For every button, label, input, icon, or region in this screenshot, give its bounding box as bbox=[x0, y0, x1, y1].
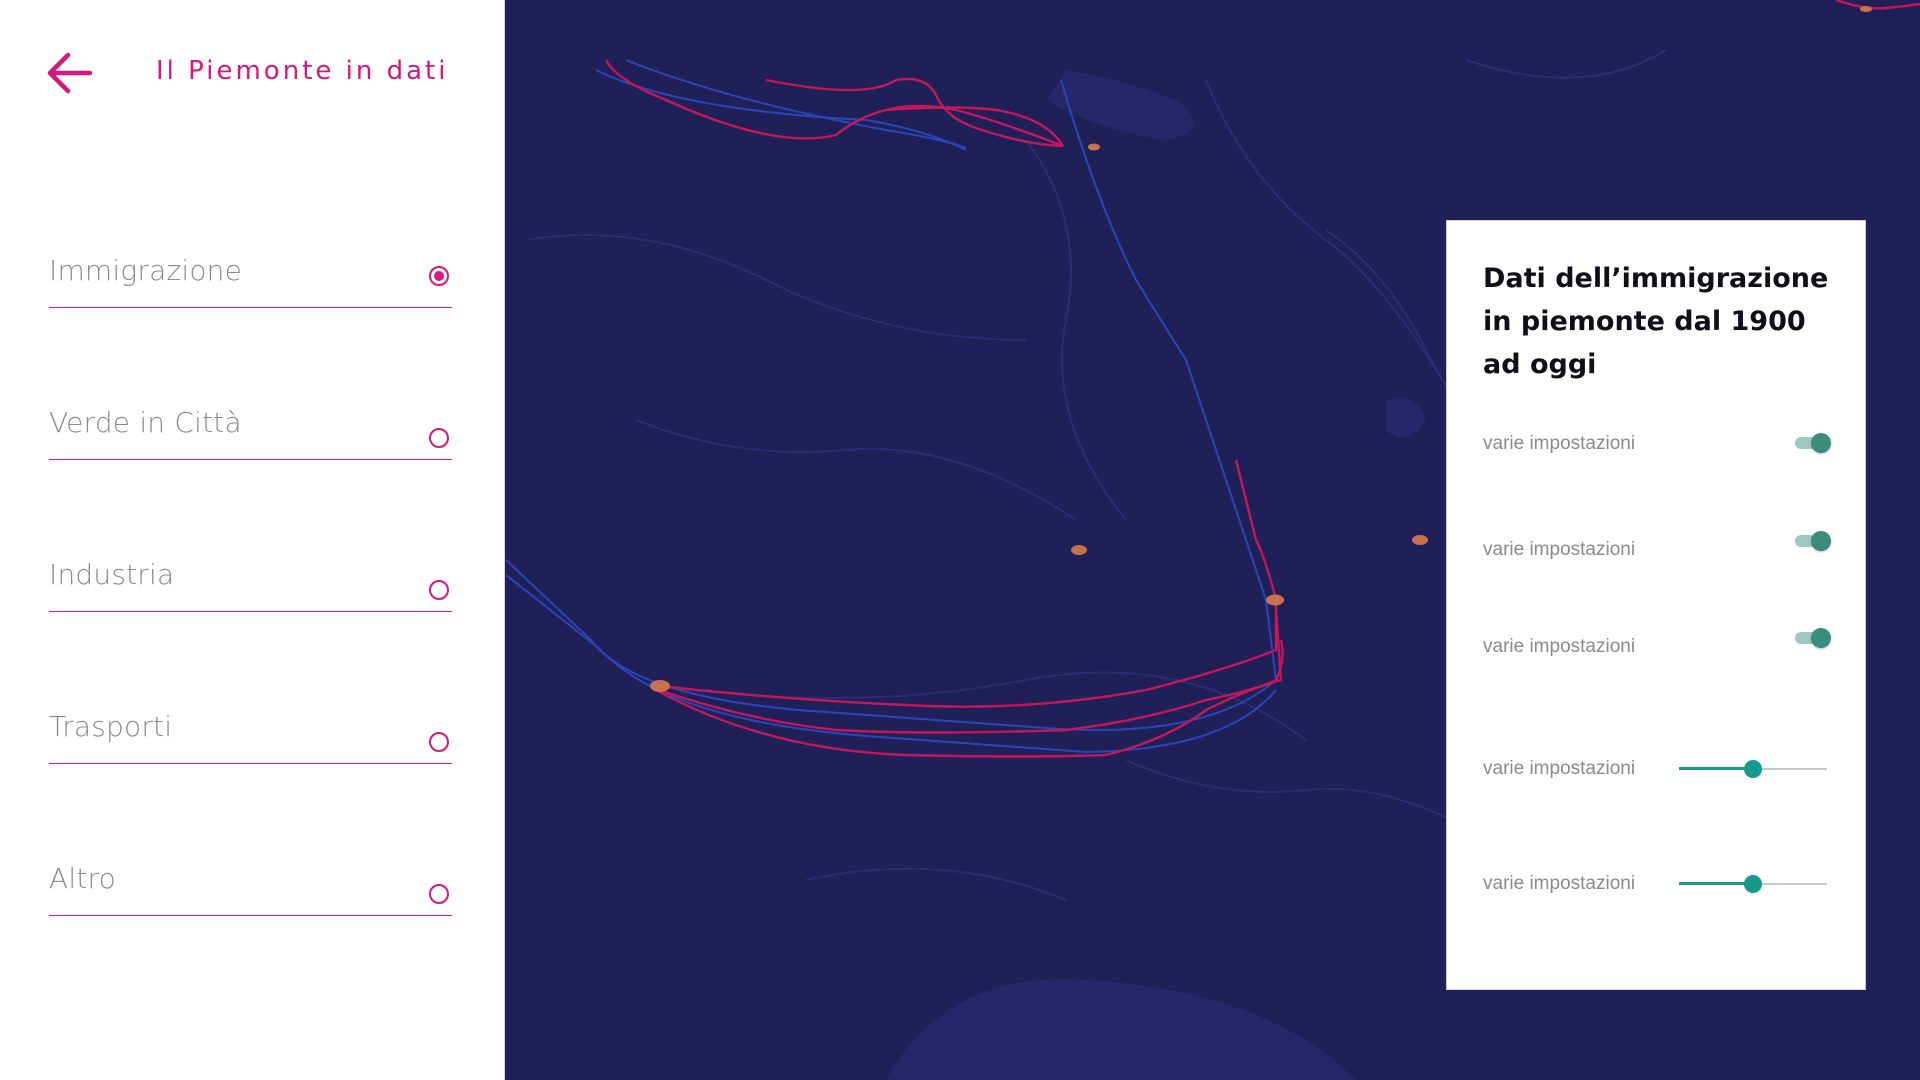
setting-row-toggle: varie impostazioni bbox=[1483, 429, 1833, 459]
sidebar: Il Piemonte in dati Immigrazione Verde i… bbox=[0, 0, 505, 1080]
radio-unselected-icon[interactable] bbox=[429, 428, 449, 448]
setting-label: varie impostazioni bbox=[1483, 758, 1636, 779]
toggle-switch[interactable] bbox=[1793, 626, 1833, 650]
toggle-switch[interactable] bbox=[1793, 529, 1833, 553]
nav-item-label: Immigrazione bbox=[49, 254, 243, 287]
setting-row-toggle: varie impostazioni bbox=[1483, 531, 1833, 565]
back-button[interactable] bbox=[44, 48, 94, 98]
nav-item-industria[interactable]: Industria bbox=[49, 554, 452, 612]
sidebar-header: Il Piemonte in dati bbox=[44, 48, 464, 98]
app-title: Il Piemonte in dati bbox=[156, 56, 449, 86]
city-marker[interactable] bbox=[1266, 594, 1284, 606]
setting-row-toggle: varie impostazioni bbox=[1483, 628, 1833, 662]
radio-selected-icon[interactable] bbox=[429, 266, 449, 286]
nav-item-label: Verde in Città bbox=[49, 406, 242, 439]
setting-label: varie impostazioni bbox=[1483, 873, 1636, 894]
toggle-switch[interactable] bbox=[1793, 431, 1833, 455]
setting-row-slider: varie impostazioni bbox=[1483, 754, 1833, 784]
toggle-thumb[interactable] bbox=[1811, 433, 1831, 453]
city-marker[interactable] bbox=[1860, 6, 1872, 12]
slider-thumb[interactable] bbox=[1744, 875, 1762, 893]
slider[interactable] bbox=[1679, 869, 1827, 899]
nav-item-label: Altro bbox=[49, 862, 116, 895]
city-marker[interactable] bbox=[650, 680, 670, 692]
slider-thumb[interactable] bbox=[1744, 760, 1762, 778]
nav-item-altro[interactable]: Altro bbox=[49, 858, 452, 916]
slider[interactable] bbox=[1679, 754, 1827, 784]
city-marker[interactable] bbox=[1412, 535, 1428, 545]
setting-row-slider: varie impostazioni bbox=[1483, 869, 1833, 899]
toggle-thumb[interactable] bbox=[1811, 531, 1831, 551]
nav-item-label: Trasporti bbox=[49, 710, 173, 743]
city-marker[interactable] bbox=[1088, 143, 1100, 151]
radio-unselected-icon[interactable] bbox=[429, 884, 449, 904]
toggle-thumb[interactable] bbox=[1811, 628, 1831, 648]
route-blue-lines bbox=[506, 59, 1278, 754]
nav-item-verde-in-citta[interactable]: Verde in Città bbox=[49, 402, 452, 460]
arrow-left-icon bbox=[47, 52, 92, 94]
radio-unselected-icon[interactable] bbox=[429, 732, 449, 752]
city-marker[interactable] bbox=[1071, 545, 1087, 555]
nav-item-immigrazione[interactable]: Immigrazione bbox=[49, 250, 452, 308]
nav-list: Immigrazione Verde in Città Industria Tr… bbox=[49, 250, 452, 1010]
app-root: Il Piemonte in dati Immigrazione Verde i… bbox=[0, 0, 1920, 1080]
panel-title: Dati dell’immigrazione in piemonte dal 1… bbox=[1483, 263, 1829, 380]
nav-item-trasporti[interactable]: Trasporti bbox=[49, 706, 452, 764]
settings-panel: Dati dell’immigrazione in piemonte dal 1… bbox=[1446, 220, 1866, 990]
setting-label: varie impostazioni bbox=[1483, 636, 1636, 657]
slider-fill bbox=[1679, 882, 1753, 885]
radio-unselected-icon[interactable] bbox=[429, 580, 449, 600]
setting-label: varie impostazioni bbox=[1483, 433, 1636, 454]
slider-fill bbox=[1679, 767, 1753, 770]
nav-item-label: Industria bbox=[49, 558, 175, 591]
setting-label: varie impostazioni bbox=[1483, 539, 1636, 560]
